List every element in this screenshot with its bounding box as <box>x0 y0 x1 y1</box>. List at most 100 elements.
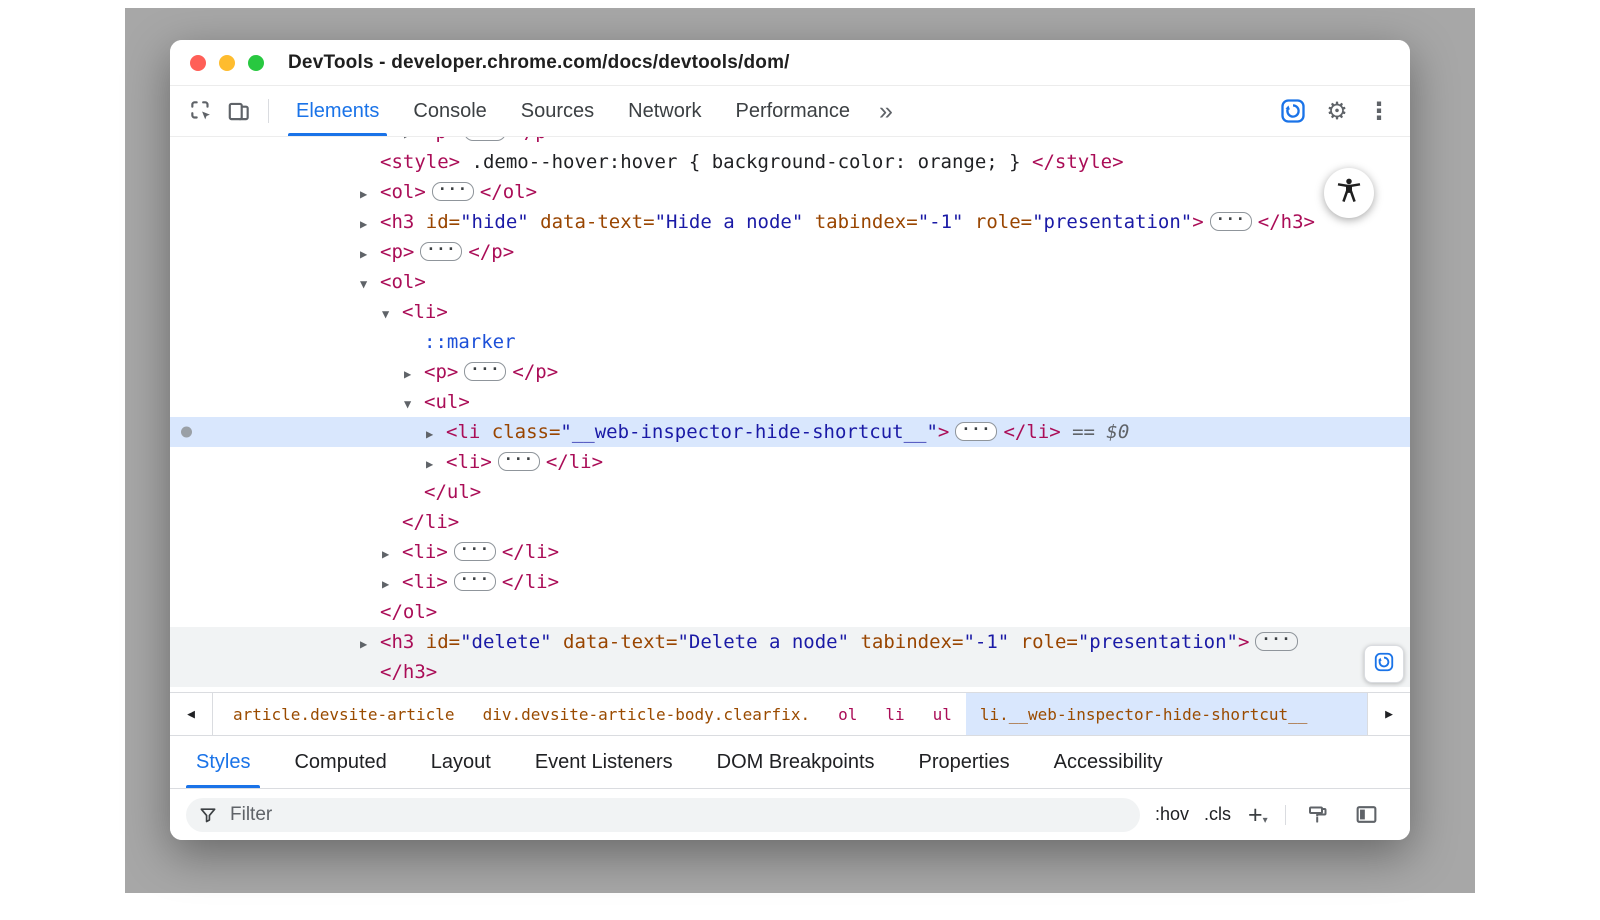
more-tabs-icon[interactable]: » <box>867 86 905 136</box>
accessibility-person-icon <box>1334 176 1364 211</box>
dom-tree-row[interactable]: ▶<li>···</li> <box>170 447 1410 477</box>
breadcrumb-item[interactable]: li <box>871 693 918 735</box>
style-filter-field[interactable] <box>186 798 1140 832</box>
dom-tree-row[interactable]: ▶<h3 id="delete" data-text="Delete a nod… <box>170 627 1410 657</box>
close-window-button[interactable] <box>190 55 206 71</box>
styles-tab-dom-breakpoints[interactable]: DOM Breakpoints <box>695 736 897 788</box>
dom-tree-row[interactable]: <style> .demo--hover:hover { background-… <box>170 147 1410 177</box>
code-token-tag: </li> <box>1003 421 1060 443</box>
expand-children-button[interactable]: ··· <box>464 362 506 381</box>
adorner-picker-badge[interactable] <box>1364 645 1404 683</box>
styles-tab-event-listeners[interactable]: Event Listeners <box>513 736 695 788</box>
expand-arrow-icon[interactable]: ▶ <box>382 569 402 599</box>
element-picker-active-icon[interactable] <box>1277 97 1309 125</box>
dom-tree-row[interactable]: ▶<p>···</p> <box>170 357 1410 387</box>
expand-arrow-icon[interactable]: ▶ <box>360 689 380 692</box>
dom-tree-row[interactable]: ▶<p>···</p> <box>170 237 1410 267</box>
dom-tree-row[interactable]: ▶<li class="__web-inspector-hide-shortcu… <box>170 417 1410 447</box>
styles-tab-properties[interactable]: Properties <box>897 736 1032 788</box>
expand-arrow-icon[interactable]: ▶ <box>404 359 424 389</box>
expand-children-button[interactable]: ··· <box>454 572 496 591</box>
collapse-arrow-icon[interactable]: ▼ <box>360 269 380 299</box>
expand-arrow-icon[interactable]: ▶ <box>360 239 380 269</box>
dom-tree-row[interactable]: </ol> <box>170 597 1410 627</box>
breadcrumb-bar: ◀ article.devsite-articlediv.devsite-art… <box>170 692 1410 736</box>
device-toolbar-icon[interactable] <box>223 86 255 136</box>
expand-arrow-icon[interactable]: ▶ <box>360 179 380 209</box>
dom-tree-row[interactable]: ▶<p>···</p> <box>170 137 1410 147</box>
zoom-window-button[interactable] <box>248 55 264 71</box>
dom-tree-row[interactable]: </h3> <box>170 657 1410 687</box>
expand-arrow-icon[interactable]: ▶ <box>360 209 380 239</box>
dom-tree-row[interactable]: ▼<ul> <box>170 387 1410 417</box>
dom-tree-row[interactable]: ::marker <box>170 327 1410 357</box>
expand-children-button[interactable]: ··· <box>498 452 540 471</box>
toggle-element-state-button[interactable]: :hov <box>1155 804 1189 825</box>
styles-tab-accessibility[interactable]: Accessibility <box>1032 736 1185 788</box>
dom-tree-row[interactable]: ▶<li>···</li> <box>170 537 1410 567</box>
expand-children-button[interactable]: ··· <box>1210 212 1252 231</box>
settings-gear-icon[interactable]: ⚙ <box>1320 97 1354 125</box>
code-token-val: "presentation" <box>1078 631 1238 653</box>
minimize-window-button[interactable] <box>219 55 235 71</box>
code-token-tag: </p> <box>468 241 514 263</box>
expand-arrow-icon[interactable]: ▶ <box>426 449 446 479</box>
window-title: DevTools - developer.chrome.com/docs/dev… <box>288 52 790 74</box>
expand-children-button[interactable]: ··· <box>432 182 474 201</box>
breadcrumb-item[interactable]: ul <box>919 693 966 735</box>
breadcrumb-item[interactable]: article.devsite-article <box>219 693 469 735</box>
devtools-window: DevTools - developer.chrome.com/docs/dev… <box>170 40 1410 840</box>
expand-children-button[interactable]: ··· <box>420 242 462 261</box>
code-token-attr: class= <box>480 421 560 443</box>
expand-children-button[interactable]: ··· <box>1255 632 1297 651</box>
dom-tree-row[interactable]: ▶<ol>···</ol> <box>170 177 1410 207</box>
dom-tree-row[interactable]: ▶<li>···</li> <box>170 567 1410 597</box>
toggle-classes-button[interactable]: .cls <box>1204 804 1231 825</box>
collapse-arrow-icon[interactable]: ▼ <box>404 389 424 419</box>
code-token-val: "Hide a node" <box>655 211 804 233</box>
dom-tree-row[interactable]: ▶<p>···</p> <box>170 687 1410 692</box>
tab-sources[interactable]: Sources <box>504 86 611 136</box>
tab-elements[interactable]: Elements <box>279 86 396 136</box>
tab-console[interactable]: Console <box>396 86 503 136</box>
tab-network[interactable]: Network <box>611 86 718 136</box>
accessibility-floating-button[interactable] <box>1324 168 1374 218</box>
breadcrumb-scroll-right-icon[interactable]: ▶ <box>1367 693 1410 735</box>
filterbar-divider <box>1285 805 1286 825</box>
kebab-menu-icon[interactable]: ⋮ <box>1362 97 1396 125</box>
dock-side-toggle-icon[interactable] <box>1350 802 1384 827</box>
new-style-rule-button[interactable]: + ▾ <box>1248 804 1268 826</box>
code-token-attr: role= <box>1009 631 1078 653</box>
styles-tab-layout[interactable]: Layout <box>409 736 513 788</box>
collapse-arrow-icon[interactable]: ▼ <box>382 299 402 329</box>
breadcrumb-item[interactable]: div.devsite-article-body.clearfix. <box>469 693 825 735</box>
expand-arrow-icon[interactable]: ▶ <box>360 629 380 659</box>
breadcrumb-scroll-left-icon[interactable]: ◀ <box>170 693 213 735</box>
styles-tab-computed[interactable]: Computed <box>272 736 408 788</box>
code-token-tag: <li> <box>402 301 448 323</box>
devtools-toolbar: ElementsConsoleSourcesNetworkPerformance… <box>170 86 1410 137</box>
paint-roller-icon[interactable] <box>1301 803 1335 827</box>
expand-children-button[interactable]: ··· <box>464 137 506 141</box>
style-filter-input[interactable] <box>228 803 1128 827</box>
dom-tree-row[interactable]: </ul> <box>170 477 1410 507</box>
dom-tree-row[interactable]: ▼<li> <box>170 297 1410 327</box>
code-token-tag: > <box>1192 211 1203 233</box>
expand-children-button[interactable]: ··· <box>454 542 496 561</box>
breadcrumb-item[interactable]: ol <box>824 693 871 735</box>
breadcrumb-item[interactable]: li.__web-inspector-hide-shortcut__ <box>966 693 1367 735</box>
code-token-tag: </ol> <box>380 601 437 623</box>
dom-tree-row[interactable]: </li> <box>170 507 1410 537</box>
tab-performance[interactable]: Performance <box>719 86 868 136</box>
code-token-tag: <li> <box>402 571 448 593</box>
dom-tree-row[interactable]: ▶<h3 id="hide" data-text="Hide a node" t… <box>170 207 1410 237</box>
code-token-attr: tabindex= <box>803 211 917 233</box>
dom-tree-row[interactable]: ▼<ol> <box>170 267 1410 297</box>
styles-tab-styles[interactable]: Styles <box>174 736 272 788</box>
toolbar-spacer <box>905 86 1274 136</box>
expand-arrow-icon[interactable]: ▶ <box>426 419 446 449</box>
expand-children-button[interactable]: ··· <box>955 422 997 441</box>
expand-children-button[interactable]: ··· <box>420 692 462 693</box>
inspect-element-icon[interactable] <box>185 86 217 136</box>
expand-arrow-icon[interactable]: ▶ <box>382 539 402 569</box>
